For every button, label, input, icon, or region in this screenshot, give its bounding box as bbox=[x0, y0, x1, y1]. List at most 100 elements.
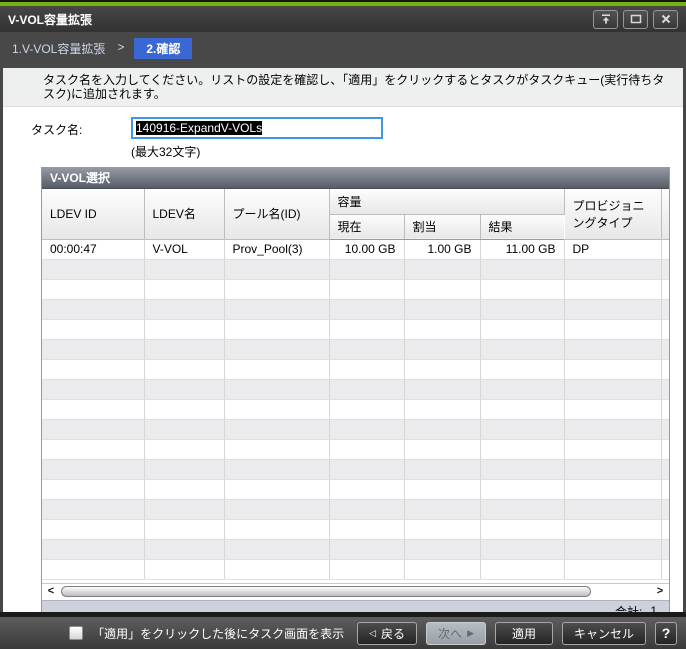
back-button[interactable]: ◁ 戻る bbox=[357, 622, 417, 645]
cell-result bbox=[480, 320, 564, 340]
cell-prov-type bbox=[564, 400, 661, 420]
maximize-icon[interactable] bbox=[623, 10, 648, 29]
cell-pool-name bbox=[224, 520, 329, 540]
table-row-empty bbox=[42, 380, 669, 400]
cell-filler bbox=[661, 540, 669, 560]
col-header-allocated[interactable]: 割当 bbox=[404, 214, 480, 239]
col-header-filler bbox=[661, 189, 669, 239]
cell-pool-name bbox=[224, 400, 329, 420]
table-body-viewport: 00:00:47V-VOLProv_Pool(3)10.00 GB1.00 GB… bbox=[42, 240, 669, 583]
table-row[interactable]: 00:00:47V-VOLProv_Pool(3)10.00 GB1.00 GB… bbox=[42, 240, 669, 260]
action-bar: 「適用」をクリックした後にタスク画面を表示 ◁ 戻る 次へ ▶ 適用 キャンセル… bbox=[0, 612, 686, 649]
col-header-capacity-group: 容量 bbox=[329, 189, 564, 214]
show-task-screen-checkbox[interactable] bbox=[69, 626, 83, 640]
table-row-empty bbox=[42, 320, 669, 340]
col-header-prov-type[interactable]: プロビジョニングタイプ bbox=[564, 189, 661, 239]
cell-ldev-name bbox=[144, 400, 224, 420]
cell-current bbox=[329, 420, 404, 440]
cell-ldev-name bbox=[144, 480, 224, 500]
cell-ldev-id bbox=[42, 560, 144, 580]
cell-allocated: 1.00 GB bbox=[404, 240, 480, 260]
breadcrumb-separator: > bbox=[117, 40, 124, 54]
cell-filler bbox=[661, 360, 669, 380]
back-arrow-icon: ◁ bbox=[369, 629, 376, 638]
cell-prov-type bbox=[564, 420, 661, 440]
cell-ldev-name bbox=[144, 260, 224, 280]
cell-allocated bbox=[404, 440, 480, 460]
horizontal-scrollbar[interactable]: < > bbox=[42, 583, 669, 600]
cell-result bbox=[480, 520, 564, 540]
table-row-empty bbox=[42, 400, 669, 420]
col-header-pool-name[interactable]: プール名(ID) bbox=[224, 189, 329, 239]
cell-current bbox=[329, 480, 404, 500]
cell-prov-type bbox=[564, 280, 661, 300]
cell-pool-name bbox=[224, 300, 329, 320]
close-icon[interactable] bbox=[653, 10, 678, 29]
table-body-table: 00:00:47V-VOLProv_Pool(3)10.00 GB1.00 GB… bbox=[42, 240, 669, 581]
table-row-empty bbox=[42, 280, 669, 300]
cell-current bbox=[329, 520, 404, 540]
apply-button[interactable]: 適用 bbox=[495, 622, 553, 645]
cell-ldev-id bbox=[42, 520, 144, 540]
cell-filler bbox=[661, 380, 669, 400]
cell-ldev-id bbox=[42, 320, 144, 340]
help-button[interactable]: ? bbox=[655, 622, 677, 645]
scroll-right-icon[interactable]: > bbox=[655, 586, 665, 597]
scroll-left-icon[interactable]: < bbox=[46, 586, 56, 597]
cell-result bbox=[480, 260, 564, 280]
cell-result bbox=[480, 280, 564, 300]
cell-result bbox=[480, 540, 564, 560]
cell-result bbox=[480, 560, 564, 580]
breadcrumb-step-1: 1.V-VOL容量拡張 bbox=[10, 38, 107, 59]
vvol-selection-table: V-VOL選択 LDEV ID LDEV名 プール名(ID) 容量 プロビジョニ… bbox=[41, 167, 670, 612]
cell-result bbox=[480, 480, 564, 500]
col-header-ldev-name[interactable]: LDEV名 bbox=[144, 189, 224, 239]
collapse-up-icon[interactable] bbox=[593, 10, 618, 29]
cell-ldev-id bbox=[42, 380, 144, 400]
cell-prov-type bbox=[564, 360, 661, 380]
table-header: LDEV ID LDEV名 プール名(ID) 容量 プロビジョニングタイプ 現在… bbox=[42, 189, 669, 240]
scrollbar-thumb[interactable] bbox=[61, 586, 591, 597]
cell-current bbox=[329, 440, 404, 460]
cell-result bbox=[480, 500, 564, 520]
dialog-body: タスク名を入力してください。リストの設定を確認し、「適用」をクリックするとタスク… bbox=[0, 68, 686, 612]
cancel-button[interactable]: キャンセル bbox=[562, 622, 646, 645]
cell-ldev-name bbox=[144, 540, 224, 560]
table-title: V-VOL選択 bbox=[42, 168, 669, 189]
cell-filler bbox=[661, 300, 669, 320]
cell-pool-name bbox=[224, 420, 329, 440]
table-row-empty bbox=[42, 520, 669, 540]
cell-current bbox=[329, 560, 404, 580]
cell-prov-type bbox=[564, 340, 661, 360]
col-header-ldev-id[interactable]: LDEV ID bbox=[42, 189, 144, 239]
cell-filler bbox=[661, 280, 669, 300]
cell-current bbox=[329, 260, 404, 280]
cell-filler bbox=[661, 460, 669, 480]
cell-allocated bbox=[404, 360, 480, 380]
cell-allocated bbox=[404, 340, 480, 360]
cell-prov-type bbox=[564, 440, 661, 460]
cell-allocated bbox=[404, 480, 480, 500]
cell-filler bbox=[661, 240, 669, 260]
task-name-input[interactable]: 140916-ExpandV-VOLs bbox=[131, 117, 383, 139]
cell-allocated bbox=[404, 320, 480, 340]
cell-result bbox=[480, 440, 564, 460]
cell-ldev-name bbox=[144, 320, 224, 340]
next-button[interactable]: 次へ ▶ bbox=[426, 622, 486, 645]
cell-result bbox=[480, 360, 564, 380]
col-header-result[interactable]: 結果 bbox=[480, 214, 564, 239]
cell-result bbox=[480, 400, 564, 420]
table-row-empty bbox=[42, 480, 669, 500]
cell-pool-name: Prov_Pool(3) bbox=[224, 240, 329, 260]
cell-filler bbox=[661, 320, 669, 340]
cell-ldev-id bbox=[42, 340, 144, 360]
cell-prov-type bbox=[564, 500, 661, 520]
cell-allocated bbox=[404, 460, 480, 480]
cell-prov-type bbox=[564, 540, 661, 560]
cell-prov-type bbox=[564, 300, 661, 320]
cell-ldev-id: 00:00:47 bbox=[42, 240, 144, 260]
col-header-current[interactable]: 現在 bbox=[329, 214, 404, 239]
cell-ldev-name bbox=[144, 500, 224, 520]
cell-allocated bbox=[404, 520, 480, 540]
cell-prov-type bbox=[564, 480, 661, 500]
